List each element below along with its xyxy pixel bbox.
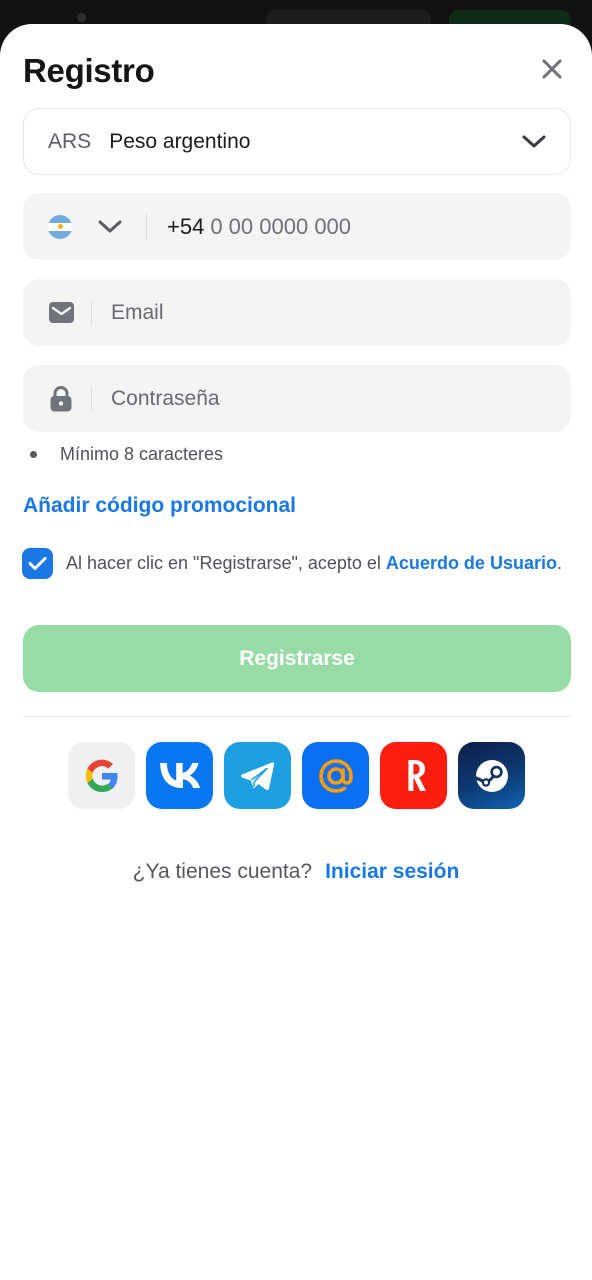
envelope-icon <box>48 300 74 326</box>
phone-country-code: +54 <box>167 213 205 239</box>
currency-select[interactable]: ARS Peso argentino <box>23 108 571 175</box>
modal-title: Registro <box>23 52 155 89</box>
steam-icon <box>473 759 508 792</box>
phone-placeholder: 0 00 0000 000 <box>210 213 352 239</box>
register-button[interactable]: Registrarse <box>23 625 571 692</box>
phone-field: +54 0 00 0000 000 <box>23 193 571 260</box>
login-link[interactable]: Iniciar sesión <box>325 860 459 884</box>
lock-icon <box>48 385 74 412</box>
agreement-checkbox[interactable] <box>22 548 53 579</box>
password-hint-text: Mínimo 8 caracteres <box>60 444 224 464</box>
agreement-label: Al hacer clic en "Registrarse", acepto e… <box>66 553 386 573</box>
background-dot <box>77 13 86 22</box>
steam-login-button[interactable] <box>458 742 525 809</box>
field-divider <box>146 213 147 240</box>
field-divider <box>91 300 92 325</box>
password-input: Contraseña <box>111 386 220 410</box>
agreement-text: Al hacer clic en "Registrarse", acepto e… <box>66 551 562 579</box>
add-promo-code-link[interactable]: Añadir código promocional <box>23 494 296 518</box>
currency-name: Peso argentino <box>109 129 251 153</box>
registration-modal: Registro ARS Peso argentino +54 0 00 000… <box>0 24 592 1280</box>
password-field[interactable]: Contraseña <box>23 365 571 432</box>
telegram-icon <box>240 761 274 790</box>
bullet-icon <box>30 451 37 458</box>
divider <box>23 716 571 717</box>
login-prompt: ¿Ya tienes cuenta? Iniciar sesión <box>0 860 592 884</box>
country-chevron-down-icon[interactable] <box>98 220 122 234</box>
mail-ru-login-button[interactable] <box>302 742 369 809</box>
phone-input[interactable]: +54 0 00 0000 000 <box>167 214 351 240</box>
google-icon <box>85 759 118 792</box>
checkmark-icon <box>28 557 47 570</box>
argentina-flag-icon[interactable] <box>48 214 72 239</box>
login-question: ¿Ya tienes cuenta? <box>132 860 313 883</box>
at-icon <box>318 758 353 793</box>
chevron-down-icon <box>522 135 546 149</box>
vk-login-button[interactable] <box>146 742 213 809</box>
close-button[interactable] <box>531 48 573 90</box>
google-login-button[interactable] <box>68 742 135 809</box>
telegram-login-button[interactable] <box>224 742 291 809</box>
yandex-icon <box>407 759 426 791</box>
field-divider <box>91 386 92 411</box>
email-input: Email <box>111 300 164 324</box>
currency-code: ARS <box>48 129 92 153</box>
agreement-suffix: . <box>556 553 562 573</box>
agreement-row: Al hacer clic en "Registrarse", acepto e… <box>22 548 570 579</box>
email-field[interactable]: Email <box>23 279 571 346</box>
password-hint: Mínimo 8 caracteres <box>30 444 223 465</box>
social-login-buttons <box>68 742 525 809</box>
vk-icon <box>159 762 200 788</box>
yandex-login-button[interactable] <box>380 742 447 809</box>
user-agreement-link[interactable]: Acuerdo de Usuario <box>386 553 557 573</box>
close-icon <box>542 59 562 79</box>
